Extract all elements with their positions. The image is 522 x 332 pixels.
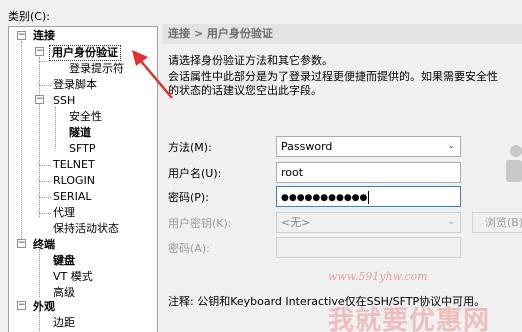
tree-line	[39, 165, 51, 166]
username-field[interactable]: root	[276, 162, 461, 183]
category-label: 类别(C):	[8, 10, 50, 23]
tree-item-rlogin[interactable]: RLOGIN	[53, 173, 95, 189]
tree-line	[39, 85, 51, 86]
tree-item-tunnel[interactable]: 隧道	[69, 125, 91, 141]
tree-item-sftp[interactable]: SFTP	[69, 141, 95, 157]
password-label: 密码(P):	[168, 191, 209, 204]
chevron-down-icon: ⌄	[447, 141, 455, 151]
tree-line	[39, 57, 40, 217]
user-icon	[500, 144, 522, 184]
tree-item-terminal[interactable]: 终端	[33, 237, 55, 253]
collapse-icon[interactable]: −	[17, 239, 26, 248]
user-key-label: 用户密钥(K):	[168, 217, 232, 230]
passphrase-field[interactable]	[276, 237, 461, 258]
category-tree[interactable]: − − − − − 连接 用户身份验证 登录提示符 登录脚本 SSH 安全性 隧…	[8, 26, 158, 332]
text-caret	[368, 190, 370, 204]
tree-item-vt-mode[interactable]: VT 模式	[53, 269, 93, 285]
section-title: 连接 > 用户身份验证	[162, 24, 522, 44]
tree-item-login-script[interactable]: 登录脚本	[53, 77, 97, 93]
tree-line	[39, 249, 40, 297]
collapse-icon[interactable]: −	[35, 47, 44, 56]
method-select[interactable]: Password ⌄	[276, 136, 461, 157]
tree-item-serial[interactable]: SERIAL	[53, 189, 91, 205]
tree-item-keepalive[interactable]: 保持活动状态	[53, 221, 119, 237]
tree-item-margin[interactable]: 边距	[53, 315, 75, 331]
collapse-icon[interactable]: −	[35, 95, 44, 104]
tree-item-appearance[interactable]: 外观	[33, 299, 55, 315]
tree-line	[39, 197, 51, 198]
username-label: 用户名(U):	[168, 167, 222, 180]
tree-item-security[interactable]: 安全性	[69, 109, 102, 125]
tree-item-auth[interactable]: 用户身份验证	[49, 45, 121, 61]
description-note: 会话属性中此部分是为了登录过程更便捷而提供的。如果需要安全性 的状态的话建议您空…	[168, 70, 522, 98]
tree-item-keyboard[interactable]: 键盘	[53, 253, 75, 269]
tree-line	[21, 41, 22, 241]
tree-item-proxy[interactable]: 代理	[53, 205, 75, 221]
description-line: 会话属性中此部分是为了登录过程更便捷而提供的。如果需要安全性	[168, 70, 498, 83]
password-field[interactable]: ●●●●●●●●●●●	[276, 186, 461, 207]
tree-item-advanced[interactable]: 高级	[53, 285, 75, 301]
passphrase-label: 密码(A):	[168, 242, 210, 255]
tree-item-connection[interactable]: 连接	[33, 28, 55, 44]
watermark-url: www.591yhw.com	[328, 270, 428, 283]
tree-line	[55, 107, 56, 149]
watermark-text: 我就要优惠网	[328, 306, 491, 332]
description-text: 请选择身份验证方法和其它参数。	[168, 54, 333, 67]
collapse-icon[interactable]: −	[17, 301, 26, 310]
password-value: ●●●●●●●●●●●	[281, 193, 368, 203]
user-key-select[interactable]: <无> ⌄	[276, 212, 461, 233]
tree-line	[39, 181, 51, 182]
collapse-icon[interactable]: −	[17, 31, 26, 40]
browse-button[interactable]: 浏览(B)	[472, 212, 522, 233]
user-key-value: <无>	[281, 216, 311, 229]
method-value: Password	[281, 140, 333, 153]
tree-line	[39, 213, 51, 214]
description-line: 的状态的话建议您空出此字段。	[168, 84, 322, 97]
tree-line	[39, 61, 47, 62]
tree-item-ssh[interactable]: SSH	[53, 93, 75, 109]
chevron-down-icon: ⌄	[447, 217, 455, 227]
tree-item-login-prompt[interactable]: 登录提示符	[69, 61, 124, 77]
username-value: root	[281, 166, 304, 179]
tree-item-telnet[interactable]: TELNET	[53, 157, 95, 173]
method-label: 方法(M):	[168, 141, 212, 154]
